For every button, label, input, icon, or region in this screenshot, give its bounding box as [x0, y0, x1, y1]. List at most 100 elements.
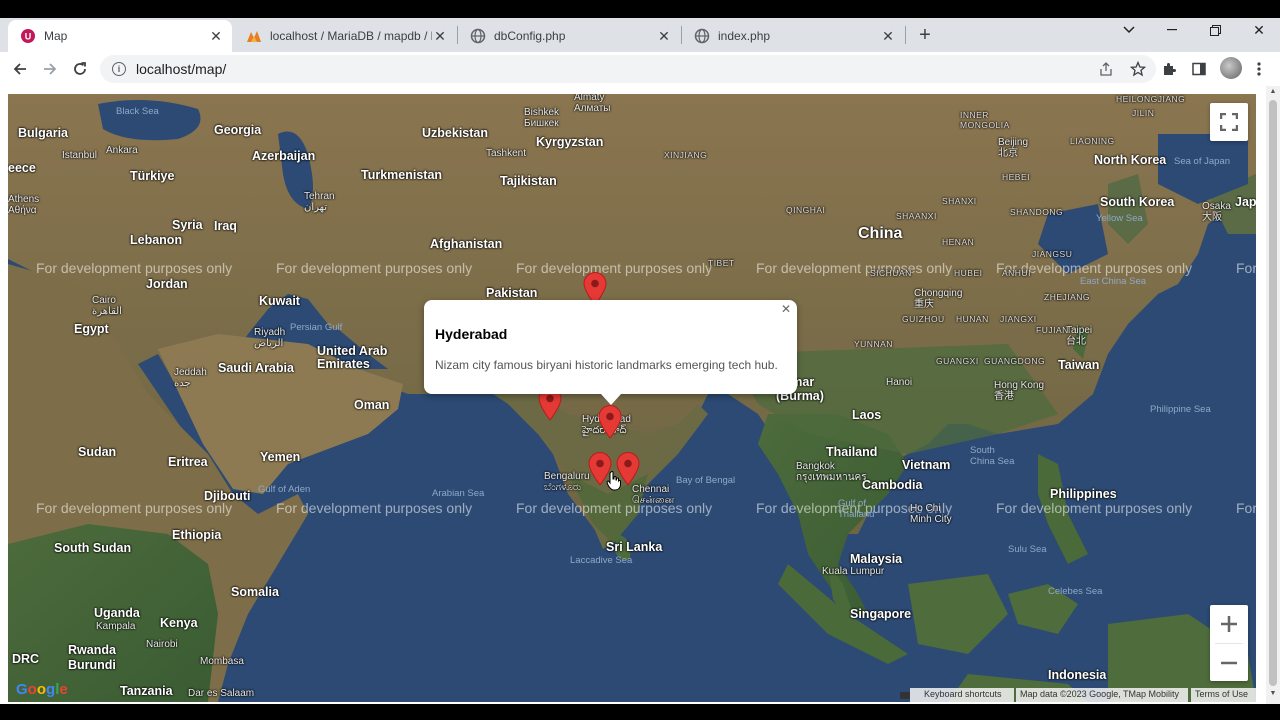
zoom-out-button[interactable] [1210, 644, 1248, 681]
place-label: Egypt [74, 322, 109, 336]
screen-bottom-border [0, 704, 1280, 720]
place-label: Singapore [850, 607, 912, 621]
place-label: INNER MONGOLIA [960, 110, 1010, 130]
terms-link[interactable]: Terms of Use [1191, 688, 1256, 702]
globe-icon [470, 28, 486, 44]
profile-avatar[interactable] [1220, 57, 1242, 79]
close-tab-icon[interactable]: ✕ [432, 28, 448, 44]
city-label: Jeddah جدة [174, 367, 207, 389]
city-label: Beijing 北京 [998, 137, 1029, 159]
browser-toolbar: i localhost/map/ [0, 52, 1280, 86]
info-window: ✕ Hyderabad Nizam city famous biryani hi… [424, 300, 797, 405]
address-bar[interactable]: i localhost/map/ [100, 55, 1156, 83]
region-label: SHANDONG [1010, 207, 1064, 217]
city-label: Osaka 大阪 [1202, 201, 1231, 223]
region-label: HENAN [942, 237, 975, 247]
close-tab-icon[interactable]: ✕ [880, 28, 896, 44]
sea-label: East China Sea [1080, 276, 1147, 287]
city-label: Dar es Salaam [188, 688, 255, 699]
reload-button[interactable] [68, 57, 92, 81]
scroll-up-arrow[interactable]: ▲ [1269, 88, 1277, 95]
region-label: TIBET [708, 258, 735, 268]
city-label: Ankara [106, 145, 138, 156]
minimize-icon[interactable] [1157, 18, 1187, 42]
sea-label: Sea of Japan [1174, 156, 1230, 167]
back-button[interactable] [8, 57, 32, 81]
region-label: QINGHAI [786, 205, 826, 215]
place-label: Djibouti [204, 489, 251, 503]
scrollbar-thumb[interactable] [1269, 100, 1277, 686]
region-label: HEILONGJIANG [1116, 94, 1186, 104]
map-data-attribution: Map data ©2023 Google, TMap Mobility [1016, 688, 1188, 702]
restore-icon[interactable] [1200, 18, 1230, 42]
dev-watermark: For development purposes only [36, 260, 233, 276]
region-label: XINJIANG [664, 150, 708, 160]
fullscreen-button[interactable] [1210, 103, 1248, 141]
city-label: Cairo القاهرة [92, 295, 122, 317]
close-window-icon[interactable]: ✕ [1244, 18, 1274, 42]
keyboard-shortcuts-link[interactable]: Keyboard shortcuts [924, 689, 1002, 699]
city-label: Bengaluru ಬೆಂಗಳೂರು [544, 471, 590, 493]
city-label: Hong Kong 香港 [994, 380, 1045, 402]
city-label: Kampala [96, 621, 136, 632]
place-label: Somalia [231, 585, 279, 599]
place-label: Yemen [260, 450, 301, 464]
region-label: ZHEJIANG [1044, 292, 1091, 302]
tab-map[interactable]: U Map ✕ [8, 20, 232, 52]
region-label: ANHUI [1002, 268, 1031, 278]
region-label: JIANGXI [1000, 314, 1037, 324]
place-label: Philippines [1050, 487, 1117, 501]
city-label: Athens Αθήνα [8, 194, 40, 216]
sea-label: Celebes Sea [1048, 586, 1103, 597]
menu-kebab-icon[interactable] [1248, 58, 1270, 80]
close-tab-icon[interactable]: ✕ [208, 28, 224, 44]
close-icon[interactable]: ✕ [779, 302, 793, 316]
site-info-icon[interactable]: i [112, 62, 126, 76]
keyboard-icon [900, 692, 910, 699]
tab-search-icon[interactable] [1114, 18, 1144, 42]
dev-watermark: For development purposes only [36, 500, 233, 516]
tab-strip: U Map ✕ localhost / MariaDB / mapdb / lo… [0, 18, 1280, 52]
region-label: HUBEI [954, 268, 983, 278]
page-scrollbar[interactable]: ▲ ▼ [1266, 86, 1280, 704]
tab-index[interactable]: index.php ✕ [682, 20, 904, 52]
share-icon[interactable] [1098, 61, 1114, 82]
side-panel-icon[interactable] [1188, 58, 1210, 80]
sea-label: Arabian Sea [432, 488, 485, 499]
globe-icon [694, 28, 710, 44]
fullscreen-icon [1220, 113, 1238, 131]
tab-phpmyadmin[interactable]: localhost / MariaDB / mapdb / lo ✕ [234, 20, 456, 52]
sea-label: Gulf of Thailand [838, 498, 875, 520]
extensions-icon[interactable] [1158, 58, 1180, 80]
map-marker[interactable] [598, 405, 622, 439]
tab-dbconfig[interactable]: dbConfig.php ✕ [458, 20, 680, 52]
sea-label: Laccadive Sea [570, 555, 633, 566]
city-label: Almaty Алматы [574, 94, 611, 114]
place-label: Kyrgyzstan [536, 135, 604, 149]
city-label: Bangkok กรุงเทพมหานคร [796, 461, 867, 483]
map-canvas[interactable]: For development purposes only For develo… [8, 94, 1256, 702]
scroll-down-arrow[interactable]: ▼ [1269, 690, 1277, 697]
region-label: SICHUAN [870, 268, 912, 278]
dev-watermark: For development purposes only [276, 500, 473, 516]
sea-label: Yellow Sea [1096, 213, 1143, 224]
page-content: For development purposes only For develo… [0, 86, 1280, 704]
new-tab-button[interactable]: + [914, 24, 936, 46]
city-label: Taipei 台北 [1066, 325, 1093, 347]
place-label: Tanzania [120, 684, 173, 698]
place-label: Lebanon [130, 233, 183, 247]
bookmark-star-icon[interactable] [1129, 60, 1147, 82]
region-label: GUIZHOU [902, 314, 945, 324]
place-label: Sudan [78, 445, 117, 459]
place-label: Cambodia [862, 478, 923, 492]
zoom-in-button[interactable] [1210, 605, 1248, 643]
city-label: Kuala Lumpur [822, 566, 885, 577]
city-label: Riyadh الرياض [254, 327, 286, 349]
place-label: Thailand [826, 445, 878, 459]
place-label: South Sudan [54, 541, 132, 555]
close-tab-icon[interactable]: ✕ [656, 28, 672, 44]
google-logo[interactable]: Google [16, 681, 68, 698]
forward-button[interactable] [38, 57, 62, 81]
place-label: Türkiye [130, 169, 175, 183]
sea-label: South China Sea [970, 445, 1015, 467]
